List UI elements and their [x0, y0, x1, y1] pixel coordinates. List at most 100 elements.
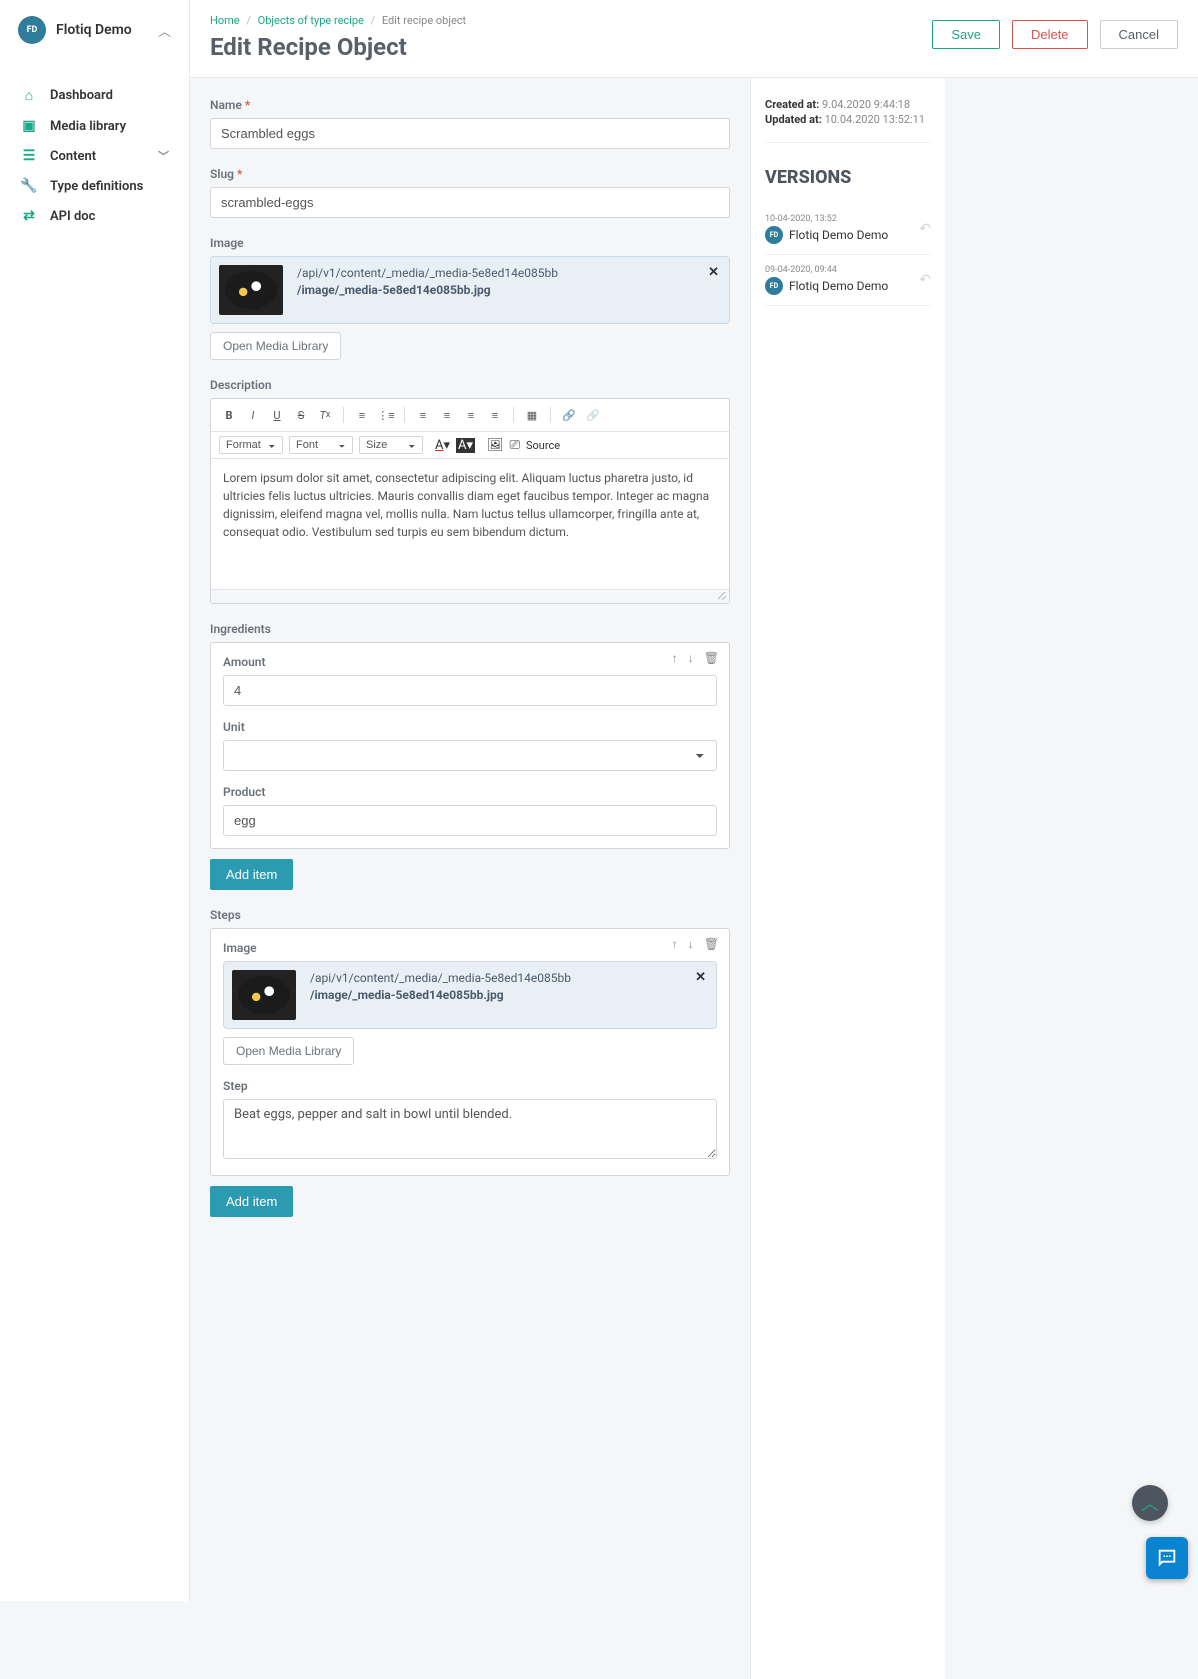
- move-down-icon[interactable]: ↓: [688, 937, 694, 951]
- amount-input[interactable]: [223, 675, 717, 706]
- rich-editor: B I U S Tx ≡ ⋮≡ ≡ ≡ ≡ ≡: [210, 398, 730, 604]
- source-button[interactable]: Source: [526, 439, 560, 452]
- sidebar: FD Flotiq Demo ︿ ⌂ Dashboard ▣ Media lib…: [0, 0, 190, 1601]
- image-icon: ▣: [20, 118, 38, 134]
- unlink-icon[interactable]: 🔗: [583, 405, 603, 425]
- move-up-icon[interactable]: ↑: [672, 937, 678, 951]
- image-label: Image: [210, 236, 730, 250]
- brand-name: Flotiq Demo: [56, 22, 158, 38]
- sidebar-item-content[interactable]: ☰ Content ﹀: [0, 141, 189, 171]
- version-date: 09-04-2020, 09:44: [765, 265, 911, 275]
- trash-icon[interactable]: 🗑: [704, 651, 719, 665]
- amount-label: Amount: [223, 655, 717, 669]
- add-step-button[interactable]: Add item: [210, 1186, 293, 1217]
- sidebar-item-label: API doc: [50, 209, 95, 224]
- font-select[interactable]: Font: [289, 436, 353, 454]
- align-center-icon[interactable]: ≡: [437, 405, 457, 425]
- version-author: Flotiq Demo Demo: [789, 279, 911, 293]
- breadcrumb-current: Edit recipe object: [382, 14, 466, 27]
- nav: ⌂ Dashboard ▣ Media library ☰ Content ﹀ …: [0, 80, 189, 231]
- breadcrumb-objects[interactable]: Objects of type recipe: [258, 14, 364, 27]
- scroll-to-top-button[interactable]: ︿: [1132, 1485, 1168, 1521]
- name-input[interactable]: [210, 118, 730, 149]
- sidebar-item-apidoc[interactable]: ⇄ API doc: [0, 201, 189, 231]
- resize-handle[interactable]: [211, 589, 729, 603]
- step-image-label: Image: [223, 941, 717, 955]
- remove-image-button[interactable]: ✕: [708, 265, 719, 280]
- brand[interactable]: FD Flotiq Demo ︿: [0, 16, 189, 60]
- remove-image-button[interactable]: ✕: [695, 970, 706, 985]
- chevron-up-icon[interactable]: ︿: [158, 21, 171, 40]
- sidebar-item-label: Content: [50, 149, 96, 164]
- document-icon: ☰: [20, 148, 38, 164]
- strike-icon[interactable]: S: [291, 405, 311, 425]
- size-select[interactable]: Size: [359, 436, 423, 454]
- add-ingredient-button[interactable]: Add item: [210, 859, 293, 890]
- description-textarea[interactable]: Lorem ipsum dolor sit amet, consectetur …: [211, 459, 729, 589]
- step-textarea[interactable]: [223, 1099, 717, 1159]
- table-icon[interactable]: ▦: [522, 405, 542, 425]
- align-right-icon[interactable]: ≡: [461, 405, 481, 425]
- image-path: /api/v1/content/_media/_media-5e8ed14e08…: [297, 265, 558, 299]
- format-select[interactable]: Format: [219, 436, 283, 454]
- image-thumbnail: [232, 970, 296, 1020]
- link-icon[interactable]: 🔗: [559, 405, 579, 425]
- avatar: FD: [765, 277, 783, 295]
- ingredients-label: Ingredients: [210, 622, 730, 636]
- unit-select[interactable]: [223, 740, 717, 771]
- clearformat-icon[interactable]: Tx: [315, 405, 335, 425]
- product-input[interactable]: [223, 805, 717, 836]
- save-button[interactable]: Save: [932, 20, 1000, 49]
- unordered-list-icon[interactable]: ⋮≡: [376, 405, 396, 425]
- updated-at-value: 10.04.2020 13:52:11: [825, 113, 925, 126]
- open-media-library-button[interactable]: Open Media Library: [223, 1037, 354, 1065]
- revert-icon[interactable]: ↶: [919, 221, 931, 237]
- sidebar-item-dashboard[interactable]: ⌂ Dashboard: [0, 80, 189, 111]
- move-up-icon[interactable]: ↑: [672, 651, 678, 665]
- textcolor-icon[interactable]: A▾: [435, 438, 450, 453]
- slug-input[interactable]: [210, 187, 730, 218]
- created-at-value: 9.04.2020 9:44:18: [822, 98, 910, 111]
- cancel-button[interactable]: Cancel: [1100, 20, 1178, 49]
- revert-icon[interactable]: ↶: [919, 272, 931, 288]
- ordered-list-icon[interactable]: ≡: [352, 405, 372, 425]
- move-down-icon[interactable]: ↓: [688, 651, 694, 665]
- image-path: /api/v1/content/_media/_media-5e8ed14e08…: [310, 970, 571, 1004]
- form: Name * Slug * Image /api/v1/content/_med…: [190, 78, 750, 1679]
- chat-button[interactable]: [1146, 1537, 1188, 1579]
- image-card: /api/v1/content/_media/_media-5e8ed14e08…: [210, 256, 730, 324]
- slug-label: Slug *: [210, 167, 730, 181]
- topbar: Home / Objects of type recipe / Edit rec…: [190, 0, 1198, 78]
- delete-button[interactable]: Delete: [1012, 20, 1088, 49]
- unit-label: Unit: [223, 720, 717, 734]
- open-media-library-button[interactable]: Open Media Library: [210, 332, 341, 360]
- align-justify-icon[interactable]: ≡: [485, 405, 505, 425]
- breadcrumb-home[interactable]: Home: [210, 14, 240, 27]
- chevron-down-icon: ﹀: [158, 148, 169, 164]
- switch-icon: ⇄: [20, 208, 38, 224]
- trash-icon[interactable]: 🗑: [704, 937, 719, 951]
- home-icon: ⌂: [20, 87, 38, 104]
- avatar: FD: [765, 226, 783, 244]
- image-thumbnail: [219, 265, 283, 315]
- created-at-label: Created at:: [765, 98, 819, 111]
- sidebar-item-label: Dashboard: [50, 88, 113, 103]
- sidebar-item-label: Media library: [50, 119, 126, 134]
- version-date: 10-04-2020, 13:52: [765, 214, 911, 224]
- bgcolor-icon[interactable]: A▾: [456, 438, 475, 453]
- version-author: Flotiq Demo Demo: [789, 228, 911, 242]
- sidebar-item-media[interactable]: ▣ Media library: [0, 111, 189, 141]
- breadcrumb: Home / Objects of type recipe / Edit rec…: [210, 14, 466, 27]
- sidebar-item-types[interactable]: 🔧 Type definitions: [0, 171, 189, 201]
- editor-toolbar: B I U S Tx ≡ ⋮≡ ≡ ≡ ≡ ≡: [211, 399, 729, 432]
- underline-icon[interactable]: U: [267, 405, 287, 425]
- align-left-icon[interactable]: ≡: [413, 405, 433, 425]
- insert-image-icon[interactable]: 🖼: [487, 438, 504, 453]
- product-label: Product: [223, 785, 717, 799]
- italic-icon[interactable]: I: [243, 405, 263, 425]
- media-icon[interactable]: ⎚: [510, 438, 520, 453]
- bold-icon[interactable]: B: [219, 405, 239, 425]
- version-item[interactable]: 09-04-2020, 09:44 FD Flotiq Demo Demo ↶: [765, 255, 931, 306]
- description-label: Description: [210, 378, 730, 392]
- version-item[interactable]: 10-04-2020, 13:52 FD Flotiq Demo Demo ↶: [765, 204, 931, 255]
